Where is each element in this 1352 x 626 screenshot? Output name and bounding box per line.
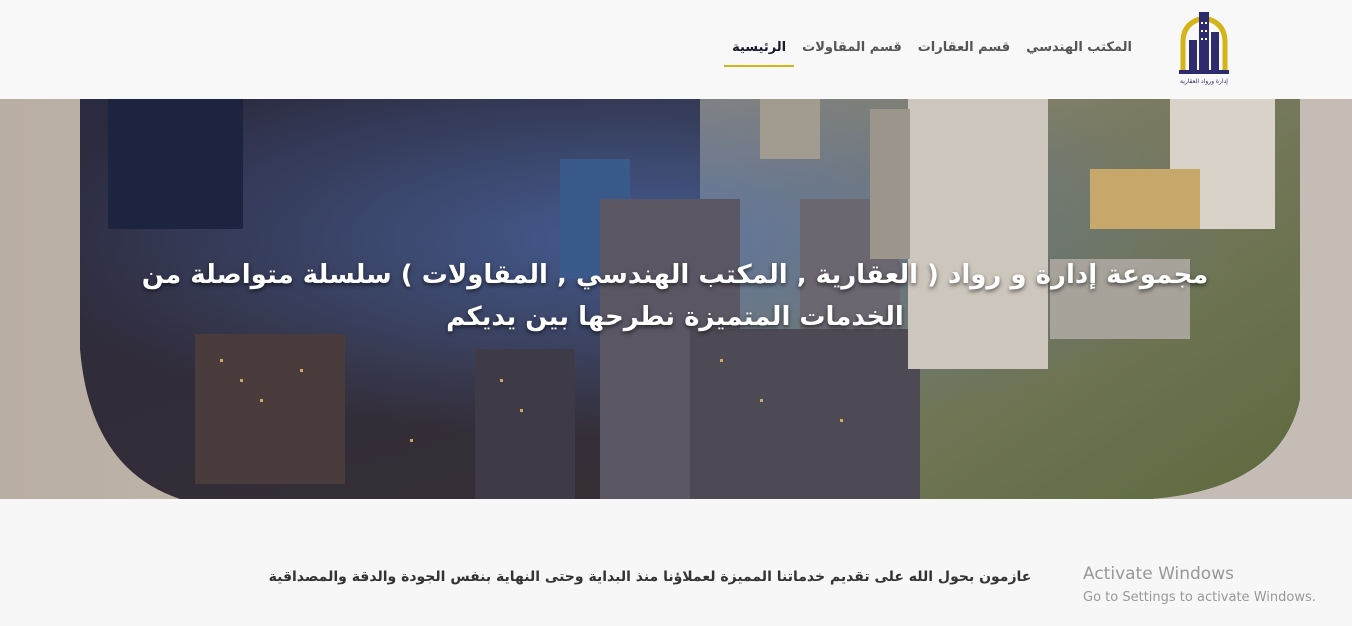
nav-item-contracting[interactable]: قسم المقاولات (794, 38, 910, 67)
nav-item-real-estate[interactable]: قسم العقارات (910, 38, 1018, 67)
nav-item-home[interactable]: الرئيسية (724, 38, 795, 67)
watermark-title: Activate Windows (1083, 564, 1234, 584)
logo-caption: إدارة ورواد العقارية (1180, 78, 1228, 85)
tagline: عازمون بحول الله على تقديم خدماتنا الممي… (268, 569, 1032, 585)
site-header: الرئيسية قسم المقاولات قسم العقارات المك… (0, 0, 1352, 99)
nav-item-engineering-office[interactable]: المكتب الهندسي (1018, 38, 1140, 67)
watermark-subtitle: Go to Settings to activate Windows. (1083, 590, 1316, 605)
hero-banner: مجموعة إدارة و رواد ( العقارية , المكتب … (0, 99, 1352, 499)
main-nav: الرئيسية قسم المقاولات قسم العقارات المك… (724, 38, 1140, 67)
hero-title: مجموعة إدارة و رواد ( العقارية , المكتب … (141, 260, 1209, 333)
windows-activation-watermark: Activate Windows Go to Settings to activ… (1083, 564, 1316, 608)
